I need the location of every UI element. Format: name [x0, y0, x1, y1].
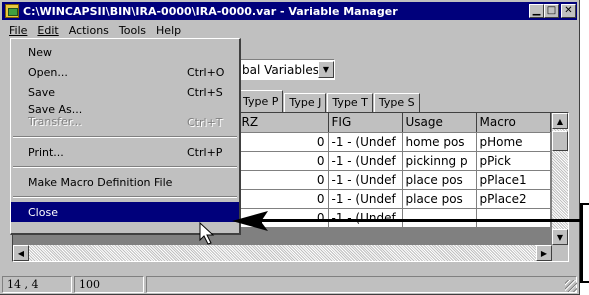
cell-macro[interactable]: pPlace1: [476, 170, 551, 190]
menu-item-transfer-shortcut: Ctrl+T: [187, 116, 223, 129]
status-position: 14 , 4: [2, 276, 72, 293]
menu-item-close-label: Close: [28, 205, 58, 219]
cell-macro[interactable]: pHome: [476, 132, 551, 152]
tab-type-j[interactable]: Type J: [284, 93, 327, 112]
status-zoom: 100: [74, 276, 144, 293]
status-bar: 14 , 4 100: [2, 276, 577, 293]
menu-file[interactable]: File: [4, 24, 32, 37]
menu-actions-label: Actions: [68, 24, 109, 37]
close-window-button[interactable]: ✕: [561, 4, 576, 18]
menu-item-print-label: Print...: [28, 145, 64, 159]
variable-manager-window: C:\WINCAPSII\BIN\IRA-0000\IRA-0000.var -…: [0, 0, 580, 295]
maximize-button[interactable]: □: [544, 4, 559, 18]
chevron-down-icon[interactable]: ▼: [318, 61, 334, 78]
menu-separator: [13, 196, 237, 198]
scroll-down-icon[interactable]: ▼: [552, 229, 568, 245]
menu-item-open-label: Open...: [28, 65, 68, 79]
menu-help[interactable]: Help: [151, 24, 186, 37]
menu-tools-label: Tools: [118, 24, 147, 37]
menu-item-save-shortcut: Ctrl+S: [187, 85, 223, 99]
cell-rz[interactable]: 0: [238, 151, 329, 171]
menu-item-transfer-label: Transfer...: [28, 115, 82, 128]
cell-fig[interactable]: -1 - (Undef: [328, 151, 403, 171]
menu-item-save-as[interactable]: Save As... Transfer... Ctrl+T: [11, 102, 239, 132]
menu-item-open[interactable]: Open... Ctrl+O: [11, 62, 239, 82]
column-header-usage[interactable]: Usage: [402, 113, 477, 133]
resize-grip-icon[interactable]: [565, 280, 577, 292]
menu-file-label: File: [9, 24, 28, 37]
file-menu-dropdown: New Open... Ctrl+O Save Ctrl+S Save As..…: [10, 38, 241, 235]
cell-usage[interactable]: home pos: [402, 132, 477, 152]
cell-usage[interactable]: place pos: [402, 170, 477, 190]
menu-edit-label: Edit: [37, 24, 59, 37]
menu-item-save[interactable]: Save Ctrl+S: [11, 82, 239, 102]
menu-item-new[interactable]: New: [11, 42, 239, 62]
menu-item-new-label: New: [28, 45, 52, 59]
scroll-left-icon[interactable]: ◀: [13, 245, 29, 261]
status-message: [146, 276, 577, 293]
cell-usage[interactable]: [402, 208, 477, 228]
menu-item-make-macro[interactable]: Make Macro Definition File: [11, 172, 239, 192]
cell-fig[interactable]: -1 - (Undef: [328, 189, 403, 209]
menu-separator: [13, 166, 237, 168]
menu-item-close[interactable]: Close: [11, 202, 239, 222]
variable-tabs: Type P Type J Type T Type S: [238, 90, 421, 112]
cell-macro[interactable]: pPick: [476, 151, 551, 171]
cell-fig[interactable]: -1 - (Undef: [328, 208, 403, 228]
callout-bracket-bottom: [580, 281, 589, 283]
app-icon[interactable]: [5, 4, 19, 18]
horizontal-scrollbar[interactable]: ◀ ▶: [13, 245, 552, 261]
menu-tools[interactable]: Tools: [114, 24, 151, 37]
menu-item-save-label: Save: [28, 85, 56, 99]
cell-fig[interactable]: -1 - (Undef: [328, 132, 403, 152]
variable-type-select[interactable]: bal Variables> ▼: [238, 59, 335, 80]
callout-bracket: [580, 203, 583, 283]
callout-bracket-top: [580, 203, 589, 205]
scroll-up-icon[interactable]: ▲: [552, 113, 568, 129]
menu-help-label: Help: [156, 24, 182, 37]
cell-usage[interactable]: pickinng p: [402, 151, 477, 171]
menu-edit[interactable]: Edit: [32, 24, 63, 37]
vertical-scroll-thumb[interactable]: [552, 131, 568, 151]
cell-fig[interactable]: -1 - (Undef: [328, 170, 403, 190]
tab-type-s[interactable]: Type S: [373, 93, 420, 112]
cell-macro[interactable]: pPlace2: [476, 189, 551, 209]
menu-item-save-as-group: Save As... Transfer...: [28, 104, 187, 128]
window-title: C:\WINCAPSII\BIN\IRA-0000\IRA-0000.var -…: [23, 4, 398, 18]
column-header-fig[interactable]: FIG: [328, 113, 403, 133]
scrollbar-corner: [552, 245, 568, 261]
cell-macro[interactable]: [476, 208, 551, 228]
variable-type-value: bal Variables>: [242, 62, 318, 77]
column-header-rz[interactable]: RZ: [238, 113, 329, 133]
cell-usage[interactable]: place pos: [402, 189, 477, 209]
menu-actions[interactable]: Actions: [64, 24, 114, 37]
cell-rz[interactable]: 0: [238, 208, 329, 228]
cell-rz[interactable]: 0: [238, 132, 329, 152]
menu-item-open-shortcut: Ctrl+O: [187, 65, 225, 79]
menu-item-make-macro-label: Make Macro Definition File: [28, 175, 173, 189]
tab-type-t[interactable]: Type T: [327, 93, 373, 112]
title-bar[interactable]: C:\WINCAPSII\BIN\IRA-0000\IRA-0000.var -…: [2, 2, 577, 20]
scroll-right-icon[interactable]: ▶: [536, 245, 552, 261]
menu-separator: [13, 136, 237, 138]
tab-type-p[interactable]: Type P: [238, 90, 284, 112]
menu-item-print[interactable]: Print... Ctrl+P: [11, 142, 239, 162]
vertical-scrollbar[interactable]: ▲ ▼: [552, 113, 568, 245]
minimize-button[interactable]: ▁: [529, 4, 544, 18]
cell-rz[interactable]: 0: [238, 170, 329, 190]
column-header-macro[interactable]: Macro: [476, 113, 551, 133]
menu-item-print-shortcut: Ctrl+P: [187, 145, 223, 159]
cell-rz[interactable]: 0: [238, 189, 329, 209]
